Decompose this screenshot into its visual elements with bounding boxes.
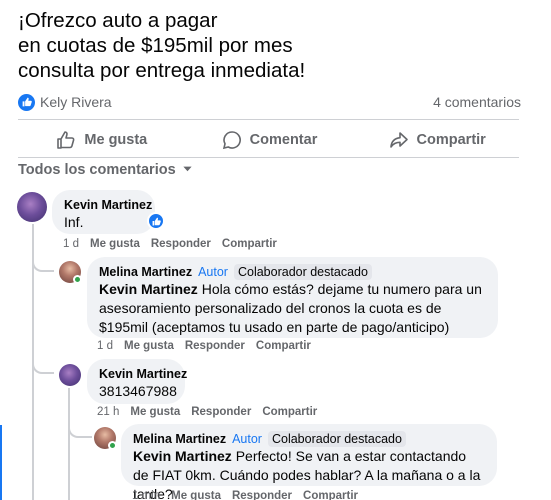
comment-meta: 1 min Me gusta Responder Compartir: [132, 490, 358, 500]
comment-author: Melina Martinez Autor Colaborador destac…: [133, 431, 485, 447]
post-text: ¡Ofrezco auto a pagar en cuotas de $195m…: [18, 8, 538, 83]
post-actions: Me gusta Comentar Compartir: [18, 124, 521, 156]
author-badge: Autor: [232, 432, 262, 446]
comment-time[interactable]: 1 d: [63, 238, 79, 250]
comment-reply-button[interactable]: Responder: [232, 490, 292, 500]
comment-share-button[interactable]: Compartir: [256, 340, 311, 352]
post-line: en cuotas de $195mil por mes: [18, 34, 293, 57]
post-line: consulta por entrega inmediata!: [18, 59, 306, 82]
comment-meta: 1 d Me gusta Responder Compartir: [97, 340, 311, 352]
comment-time[interactable]: 1 d: [97, 340, 113, 352]
comment-author-name[interactable]: Melina Martinez: [133, 431, 226, 447]
comment-bubble: Melina Martinez Autor Colaborador destac…: [121, 424, 497, 500]
comment-like-button[interactable]: Me gusta: [90, 238, 140, 250]
online-status-dot: [108, 441, 117, 450]
comment-text: 3813467988: [99, 383, 177, 399]
like-button-label: Me gusta: [84, 132, 148, 148]
comment-like-button[interactable]: Me gusta: [130, 406, 180, 418]
comment-bubble: Melina Martinez Autor Colaborador destac…: [87, 257, 498, 338]
like-reaction-icon[interactable]: [18, 93, 35, 111]
mention-link[interactable]: Kevin Martinez: [133, 448, 232, 464]
avatar[interactable]: [59, 364, 81, 386]
comments-filter-label: Todos los comentarios: [18, 162, 176, 178]
author-badge: Autor: [198, 265, 228, 279]
comment-reply-button[interactable]: Responder: [185, 340, 245, 352]
comment-icon: [222, 130, 242, 150]
avatar[interactable]: [17, 192, 47, 222]
comment-text: Kevin Martinez Hola cómo estás? dejame t…: [99, 281, 482, 335]
chevron-down-icon: [182, 162, 193, 178]
comment-share-button[interactable]: Compartir: [303, 490, 358, 500]
share-button[interactable]: Compartir: [353, 124, 521, 156]
comment-like-button[interactable]: Me gusta: [124, 340, 174, 352]
divider: [18, 119, 519, 120]
thread-line: [68, 388, 70, 500]
comment-bubble: Kevin Martinez Inf.: [52, 190, 155, 234]
comment-like-button[interactable]: Me gusta: [171, 490, 221, 500]
comment-time[interactable]: 21 h: [97, 406, 119, 418]
comment-time[interactable]: 1 min: [132, 490, 160, 500]
thread-connector: [32, 358, 54, 374]
like-button[interactable]: Me gusta: [18, 124, 186, 156]
comment-author-name[interactable]: Melina Martinez: [99, 264, 192, 280]
comment-button-label: Comentar: [249, 132, 318, 148]
comment-author[interactable]: Kevin Martinez: [99, 366, 187, 382]
comment-bubble: Kevin Martinez 3813467988: [87, 359, 187, 404]
share-button-label: Compartir: [416, 132, 486, 148]
comment-share-button[interactable]: Compartir: [222, 238, 277, 250]
thread-connector: [32, 258, 54, 272]
comment-reply-button[interactable]: Responder: [191, 406, 251, 418]
scroll-indicator: [0, 425, 2, 500]
top-contributor-badge: Colaborador destacado: [233, 264, 372, 280]
share-icon: [389, 130, 409, 150]
comment-count[interactable]: 4 comentarios: [433, 94, 521, 110]
comment-author[interactable]: Kevin Martinez: [64, 197, 152, 213]
comment-reply-button[interactable]: Responder: [151, 238, 211, 250]
mention-link[interactable]: Kevin Martinez: [99, 281, 198, 297]
reactions-bar: Kely Rivera 4 comentarios: [18, 92, 521, 112]
reactor-name[interactable]: Kely Rivera: [40, 94, 112, 110]
online-status-dot: [73, 275, 82, 284]
comments-filter[interactable]: Todos los comentarios: [18, 162, 193, 178]
comment-meta: 1 d Me gusta Responder Compartir: [63, 238, 277, 250]
comment-meta: 21 h Me gusta Responder Compartir: [97, 406, 317, 418]
thread-connector: [68, 420, 92, 438]
comment-share-button[interactable]: Compartir: [262, 406, 317, 418]
top-contributor-badge: Colaborador destacado: [267, 431, 406, 447]
like-reaction-icon[interactable]: [147, 212, 165, 230]
like-icon: [56, 130, 76, 150]
post-line: ¡Ofrezco auto a pagar: [18, 9, 218, 32]
divider: [18, 157, 519, 158]
comment-text: Inf.: [64, 214, 84, 230]
comment-button[interactable]: Comentar: [186, 124, 354, 156]
comment-author: Melina Martinez Autor Colaborador destac…: [99, 264, 486, 280]
